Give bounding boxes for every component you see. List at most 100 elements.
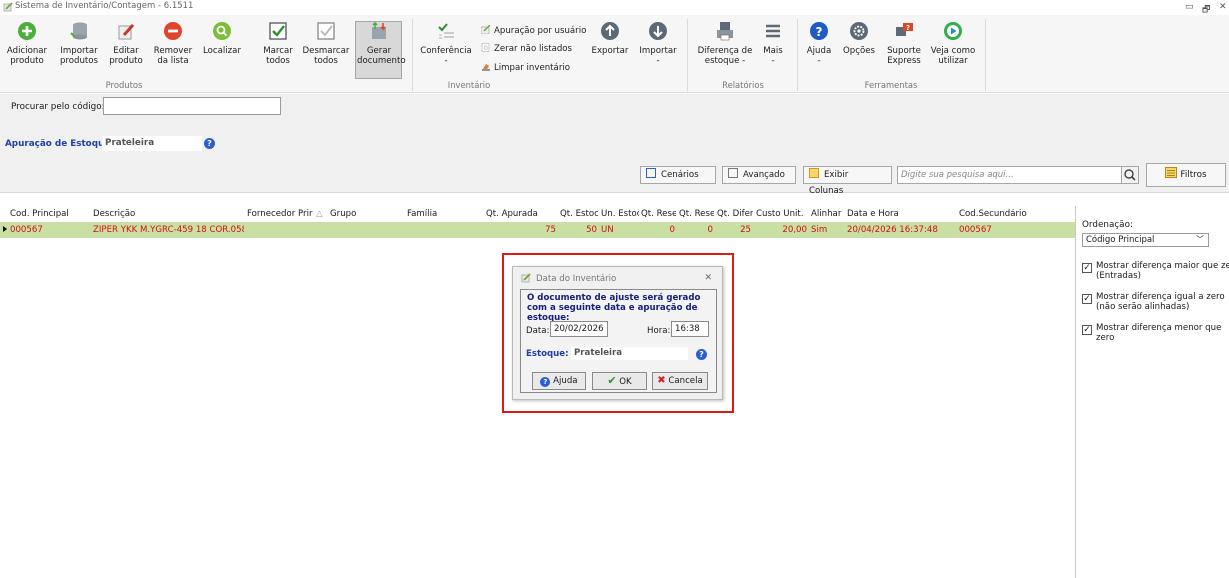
stock-select[interactable]: Prateleira (571, 347, 688, 360)
col-custo-unit[interactable]: Custo Unit. (756, 209, 808, 219)
ok-button-label: OK (619, 377, 632, 387)
col-qt-reserva[interactable]: Qt. Rese (641, 209, 676, 219)
col-qt-apurada[interactable]: Qt. Apurada (486, 209, 556, 219)
date-input[interactable]: 20/02/2026 (550, 321, 608, 337)
export-label: Exportar (591, 46, 629, 56)
app-icon (521, 273, 531, 283)
more-label: Mais (763, 46, 783, 56)
how-to-use-button[interactable]: Veja como utilizar (929, 21, 977, 66)
scenarios-button[interactable]: Cenários (640, 166, 716, 184)
support-chat-icon: ? (896, 23, 913, 36)
remove-icon (164, 22, 182, 40)
mark-all-button[interactable]: Marcar todos (258, 21, 298, 66)
col-qt-estoque[interactable]: Qt. Estoc (560, 209, 598, 219)
table-row[interactable]: 000567 ZIPER YKK M.YGRC-459 18 COR.0580 … (0, 222, 1075, 238)
code-search-input[interactable] (103, 97, 281, 115)
remove-label-2: da lista (157, 56, 189, 66)
apuracao-select[interactable]: Prateleira (102, 136, 202, 151)
col-qt-diferenca[interactable]: Qt. Difer (717, 209, 753, 219)
col-cod-secundario[interactable]: Cod.Secundário (959, 209, 1069, 219)
close-icon[interactable]: ✕ (704, 273, 712, 283)
stock-difference-button[interactable]: Diferença de estoque - (694, 21, 756, 66)
grid-search-button[interactable] (1121, 166, 1139, 184)
remove-from-list-button[interactable]: Remover da lista (152, 21, 194, 66)
check-diff-greater[interactable]: ✓ Mostrar diferença maior que zero (Entr… (1082, 261, 1229, 281)
filters-button[interactable]: Filtros (1146, 163, 1226, 187)
checkbox-icon[interactable]: ✓ (1082, 263, 1092, 273)
stock-help-icon[interactable]: ? (696, 349, 707, 360)
col-cod-principal[interactable]: Cod. Principal (10, 209, 90, 219)
ribbon-separator (687, 19, 688, 91)
export-button[interactable]: Exportar (590, 21, 630, 56)
unmark-all-label-2: todos (314, 56, 338, 66)
col-un-estoque[interactable]: Un. Estoc (601, 209, 639, 219)
database-import-icon (70, 22, 87, 40)
svg-text:0: 0 (484, 45, 488, 52)
check-diff-less-label: Mostrar diferença menor que zero (1096, 323, 1222, 343)
ok-button[interactable]: ✔ OK (592, 372, 647, 390)
cell-qt-estoque: 50 (586, 225, 597, 235)
col-qt-reserva-2[interactable]: Qt. Rese (679, 209, 714, 219)
apuracao-help-icon[interactable]: ? (204, 138, 215, 149)
col-data-hora[interactable]: Data e Hora (847, 209, 957, 219)
title-bar: Sistema de Inventário/Contagem - 6.1511 … (0, 0, 1229, 15)
checkbox-icon[interactable]: ✓ (1082, 294, 1092, 304)
row-selector-icon (3, 226, 7, 232)
generate-document-button[interactable]: Gerar documento (357, 21, 406, 66)
svg-text:?: ? (816, 25, 823, 39)
cell-qt-reserva: 0 (669, 225, 675, 235)
col-grupo[interactable]: Grupo (330, 209, 404, 219)
show-columns-button[interactable]: Exibir Colunas (803, 166, 892, 196)
time-input[interactable]: 16:38 (671, 321, 709, 337)
import-products-button[interactable]: Importar produtos (57, 21, 101, 66)
help-button[interactable]: ? Ajuda (532, 372, 586, 390)
checklist-icon (438, 23, 454, 39)
dialog-message: O documento de ajuste será gerado com a … (527, 293, 701, 323)
app-icon (3, 2, 13, 12)
play-icon (944, 22, 962, 40)
col-alinhar[interactable]: Alinhar (811, 209, 845, 219)
help-icon: ? (810, 22, 828, 40)
help-button[interactable]: ? Ajuda - (803, 21, 835, 66)
support-express-button[interactable]: ? Suporte Express (883, 21, 925, 66)
locate-label: Localizar (203, 46, 241, 56)
col-fornecedor[interactable]: Fornecedor Prir (247, 209, 313, 219)
conference-button[interactable]: Conferência - (419, 21, 473, 66)
cancel-button[interactable]: ✖ Cancela (652, 372, 708, 390)
columns-icon (809, 168, 819, 178)
filters-label: Filtros (1180, 170, 1207, 180)
checkbox-icon[interactable]: ✓ (1082, 325, 1092, 335)
apuracao-usuario-button[interactable]: Apuração por usuário (481, 25, 586, 36)
grid-icon (728, 168, 738, 178)
minimize-button[interactable]: ▭ (1185, 2, 1194, 12)
grid-search-input[interactable]: Digite sua pesquisa aqui... (897, 166, 1122, 184)
cell-descricao: ZIPER YKK M.YGRC-459 18 COR.0580 (93, 225, 244, 235)
options-button[interactable]: Opções (841, 21, 877, 56)
import-icon (649, 22, 667, 40)
check-diff-equal[interactable]: ✓ Mostrar diferença igual a zero (não se… (1082, 292, 1229, 312)
stock-difference-label: Diferença de (697, 46, 753, 56)
advanced-button[interactable]: Avançado (722, 166, 796, 184)
stock-difference-label-2: estoque - (704, 56, 746, 66)
locate-button[interactable]: Localizar (201, 21, 243, 56)
edit-product-label-2: produto (109, 56, 143, 66)
limpar-inventario-button[interactable]: Limpar inventário (481, 62, 570, 73)
more-button[interactable]: Mais - (757, 21, 789, 66)
ribbon: Adicionar produto Importar produtos Edit… (0, 15, 1229, 93)
add-product-button[interactable]: Adicionar produto (4, 21, 50, 66)
ordering-select[interactable]: Código Principal ﹀ (1082, 233, 1209, 247)
zerar-nao-listados-button[interactable]: 0 Zerar não listados (481, 43, 572, 54)
import-button[interactable]: Importar - (637, 21, 679, 66)
checkbox-unchecked-icon (317, 22, 335, 40)
code-search-label: Procurar pelo código: (11, 102, 105, 112)
unmark-all-button[interactable]: Desmarcar todos (302, 21, 350, 66)
col-familia[interactable]: Família (407, 209, 483, 219)
apuracao-usuario-label: Apuração por usuário (494, 26, 587, 36)
check-diff-less[interactable]: ✓ Mostrar diferença menor que zero (1082, 323, 1229, 343)
ribbon-separator (985, 19, 986, 91)
edit-product-button[interactable]: Editar produto (106, 21, 146, 66)
add-product-label-2: produto (10, 56, 44, 66)
generate-document-label: Gerar (366, 46, 392, 56)
col-descricao[interactable]: Descrição (93, 209, 243, 219)
close-button[interactable]: ✕ (1219, 2, 1227, 12)
